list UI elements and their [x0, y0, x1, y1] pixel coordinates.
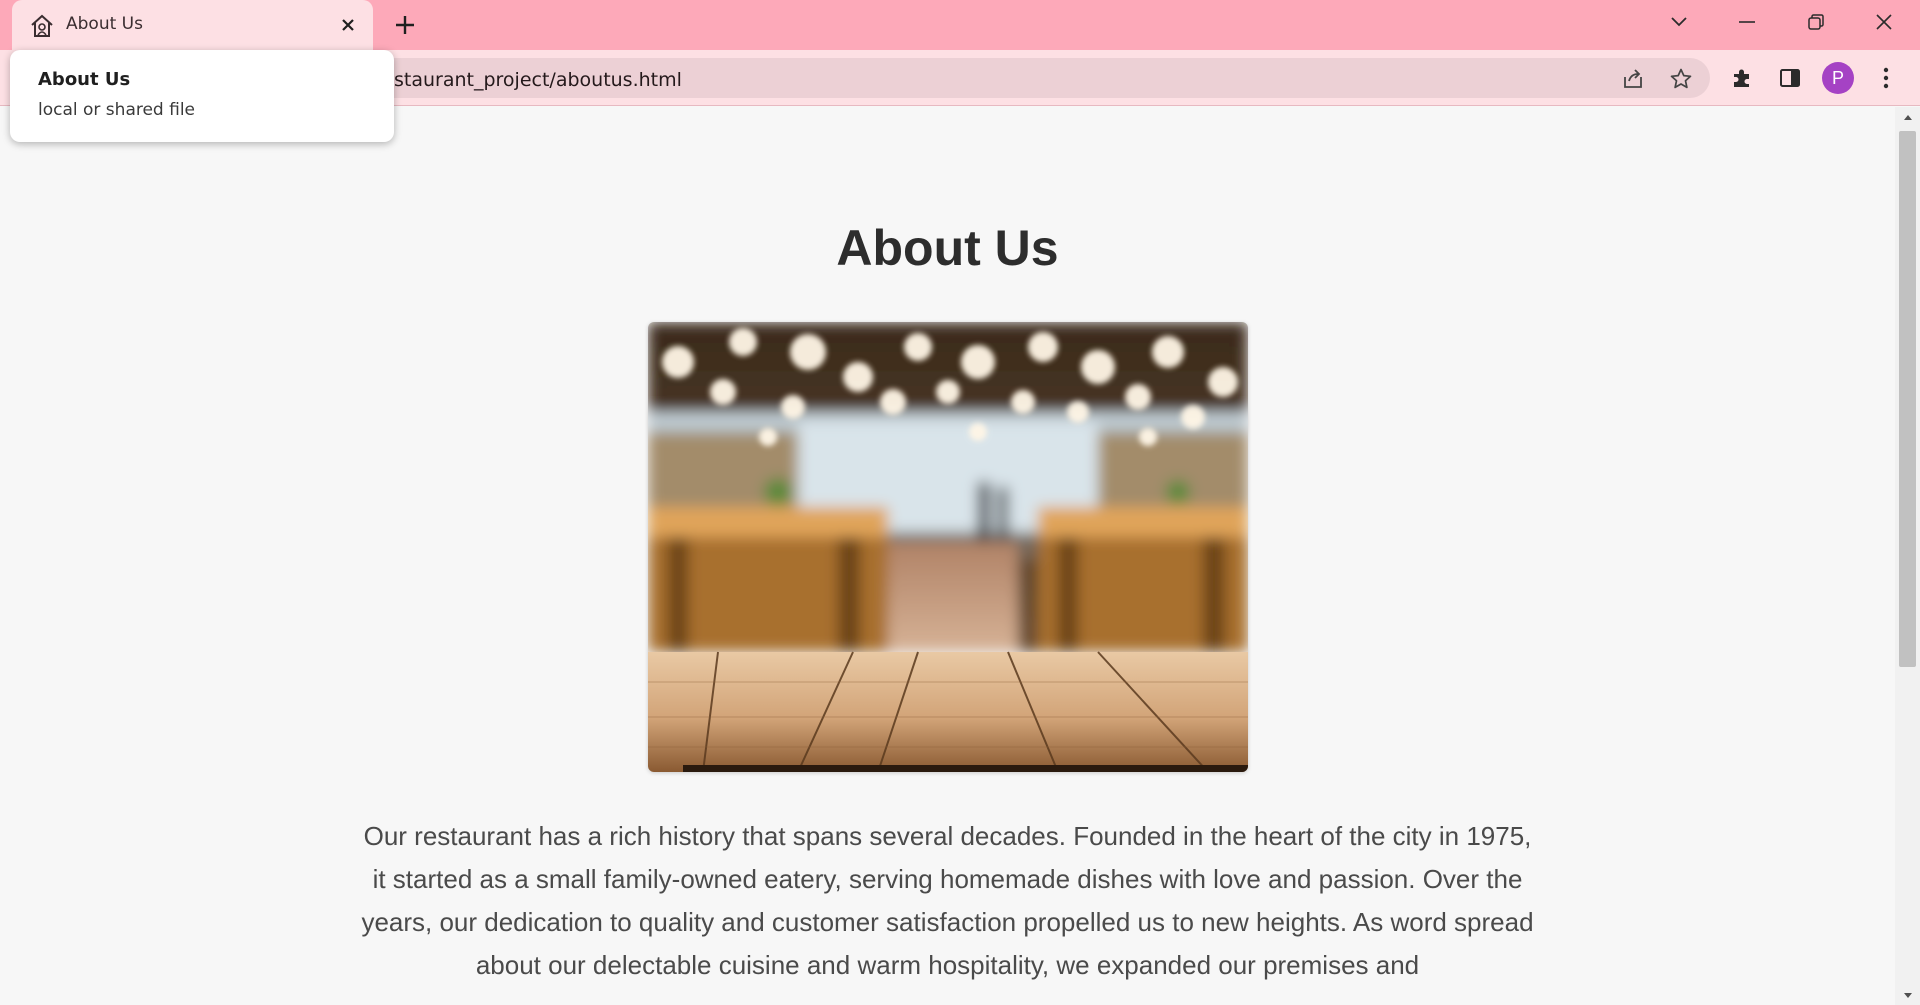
history-paragraph: Our restaurant has a rich history that s… [361, 821, 1534, 980]
minimize-icon [1739, 21, 1755, 23]
tab-title: About Us [66, 14, 143, 34]
profile-button[interactable]: P [1820, 60, 1856, 96]
tab-strip: About Us [0, 0, 1920, 51]
scroll-down-button[interactable] [1895, 985, 1920, 1005]
side-panel-button[interactable] [1772, 60, 1808, 96]
scrollbar-thumb[interactable] [1899, 131, 1916, 667]
extensions-button[interactable] [1724, 60, 1760, 96]
restore-icon [1808, 14, 1824, 30]
side-panel-icon [1780, 69, 1800, 87]
share-button[interactable] [1620, 66, 1646, 92]
close-icon [342, 19, 354, 31]
url-text[interactable]: staurant_project/aboutus.html [394, 69, 682, 91]
puzzle-icon [1734, 69, 1749, 87]
hero-image [648, 322, 1248, 772]
tab-hover-card: About Us local or shared file [10, 50, 394, 142]
restaurant-home-icon [29, 13, 55, 39]
page-title: About Us [836, 220, 1059, 276]
triangle-down-icon [1903, 992, 1912, 998]
star-icon [1670, 68, 1692, 89]
close-icon [1876, 14, 1892, 30]
new-tab-button[interactable] [390, 10, 420, 40]
chevron-down-icon [1671, 17, 1687, 27]
kebab-menu-icon [1883, 67, 1889, 89]
tab-search-button[interactable] [1653, 0, 1705, 44]
vertical-scrollbar[interactable] [1895, 107, 1920, 1005]
plus-icon [396, 16, 414, 34]
browser-tab[interactable]: About Us [12, 0, 373, 51]
hover-card-title: About Us [38, 69, 131, 90]
hover-card-subtitle: local or shared file [38, 100, 196, 120]
browser-menu-button[interactable] [1868, 60, 1904, 96]
address-bar[interactable]: staurant_project/aboutus.html [360, 58, 1710, 98]
close-window-button[interactable] [1858, 0, 1910, 44]
avatar: P [1822, 62, 1854, 94]
page-viewport: About Us Our restaurant has a rich histo… [0, 107, 1895, 1005]
scroll-up-button[interactable] [1895, 107, 1920, 127]
minimize-button[interactable] [1721, 0, 1773, 44]
bookmark-button[interactable] [1668, 66, 1694, 92]
triangle-up-icon [1903, 114, 1912, 120]
restore-button[interactable] [1790, 0, 1842, 44]
share-icon [1624, 69, 1642, 88]
tab-close-button[interactable] [335, 12, 361, 38]
